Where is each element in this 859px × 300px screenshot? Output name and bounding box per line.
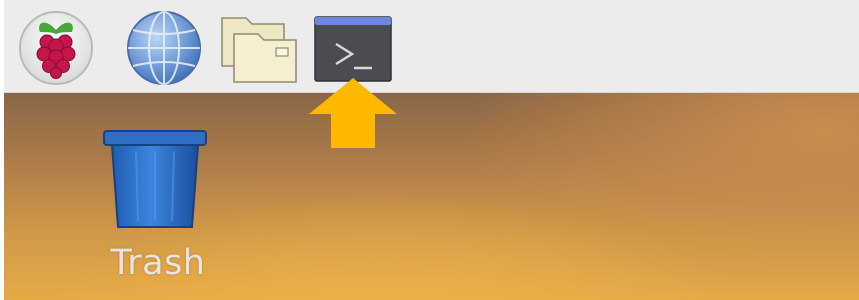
desktop-icon-label: Trash <box>110 243 206 283</box>
screen: Trash <box>0 0 859 300</box>
terminal-button[interactable] <box>314 16 394 82</box>
raspberry-icon <box>19 11 93 85</box>
folder-icon <box>221 17 297 83</box>
taskbar <box>4 0 859 93</box>
trash-bin-icon <box>103 130 207 228</box>
arrow-up-icon <box>309 78 397 148</box>
annotation-arrow <box>309 76 399 150</box>
terminal-icon <box>314 16 392 82</box>
web-browser-button[interactable] <box>124 10 204 86</box>
file-manager-button[interactable] <box>218 12 300 84</box>
globe-icon <box>127 11 201 85</box>
desktop: Trash <box>4 93 859 300</box>
desktop-icon-trash[interactable]: Trash <box>98 127 218 283</box>
raspberry-menu-button[interactable] <box>16 10 96 86</box>
